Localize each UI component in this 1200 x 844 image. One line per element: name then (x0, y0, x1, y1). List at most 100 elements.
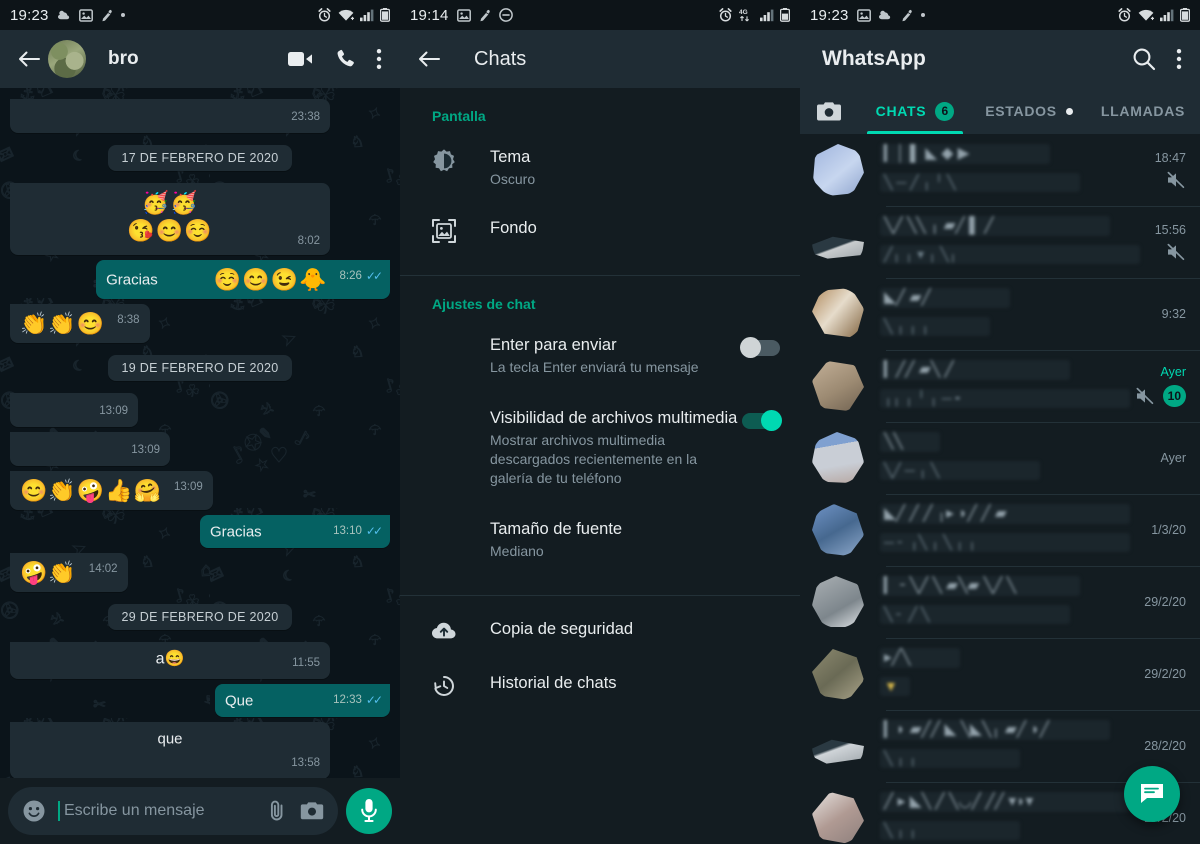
chat-list-item[interactable]: ▎╱╱ ▰╲ ╱ ╷╷ ╷ ╵ ╷ ─ ╸ Ayer 10 (800, 350, 1200, 422)
avatar[interactable] (812, 739, 864, 764)
setting-item-enter-para-enviar[interactable]: Enter para enviar La tecla Enter enviará… (400, 322, 800, 389)
voice-call-icon[interactable] (334, 48, 356, 70)
microphone-icon[interactable] (346, 788, 392, 834)
chat-list-item[interactable]: ▎ ╴╲╱ ╲ ▰╲▰ ╲╱ ╲ ╲ ╴ ╱ ╲ 29/2/20 (800, 566, 1200, 638)
avatar[interactable] (812, 649, 864, 700)
chat-list-item[interactable]: ╲╱ ╲╲ ╷ ▰╱ ▌ ╱ ╱╷ ╷ ▾ ╷ ╲╷ 15:56 (800, 206, 1200, 278)
last-message-redacted: ▼ (880, 676, 910, 696)
unread-badge: 10 (1162, 385, 1186, 407)
message-row[interactable]: 🥳🥳 😘😊☺️ 8:02 (10, 183, 390, 255)
conversation-scroll[interactable]: 23:38 17 DE FEBRERO DE 2020 🥳🥳 😘😊☺️ 8:02 (0, 88, 400, 778)
avatar[interactable] (48, 40, 86, 78)
overflow-menu-icon[interactable] (376, 48, 382, 70)
message-row[interactable]: 😊👏🤪👍🤗 13:09 (10, 471, 390, 510)
wallpaper-image-icon (424, 217, 464, 243)
settings-scroll[interactable]: Pantalla Tema Oscuro Fondo Ajustes de ch… (400, 88, 800, 844)
message-emoji: 🤪👏 (20, 559, 77, 585)
avatar[interactable] (812, 361, 864, 411)
search-icon[interactable] (1132, 47, 1156, 71)
toggle-visibilidad-multimedia[interactable] (742, 410, 782, 431)
chat-list[interactable]: ▎│ ▌ ◣ ◆ ▶ ╲ ─ ╱ ╷ ╵ ╲ 18:47 ╲╱ ╲╲ ╷ ▰╱ … (800, 134, 1200, 844)
emoji-icon[interactable] (22, 799, 46, 823)
message-bubble[interactable]: Gracias 13:10 ✓✓ (200, 515, 390, 548)
message-input-pill[interactable]: Escribe un mensaje (8, 787, 338, 835)
message-row[interactable]: 23:38 (10, 99, 390, 133)
back-arrow-icon[interactable] (412, 42, 446, 76)
toggle-enter-para-enviar[interactable] (740, 337, 780, 358)
message-row[interactable]: a😄 11:55 (10, 641, 390, 680)
message-row[interactable]: 👏👏😊 8:38 (10, 304, 390, 343)
message-bubble[interactable]: a😄 11:55 (10, 641, 330, 680)
tab-estados[interactable]: ESTADOS (972, 88, 1086, 134)
message-bubble[interactable]: 23:38 (10, 99, 330, 133)
message-row[interactable]: 🤪👏 14:02 (10, 552, 390, 592)
message-bubble[interactable]: 🥳🥳 😘😊☺️ 8:02 (10, 183, 330, 255)
camera-icon[interactable] (300, 801, 324, 821)
chat-summary: ◣╱ ╱ ╱ ╷▸ ◗╱ ╱ ▰ ─ ╴ ╷╲ ╷ ╲ ╷ ╷ (864, 503, 1141, 557)
avatar[interactable] (812, 504, 864, 556)
last-message-redacted: ─ ╴ ╷╲ ╷ ╲ ╷ ╷ (880, 532, 1130, 552)
tab-camera[interactable] (800, 88, 858, 134)
avatar[interactable] (812, 288, 864, 338)
message-bubble[interactable]: 😊👏🤪👍🤗 13:09 (10, 471, 213, 510)
avatar[interactable] (812, 792, 864, 844)
message-row[interactable]: Que 12:33 ✓✓ (10, 684, 390, 717)
setting-title: Historial de chats (490, 674, 617, 692)
chat-time: 1/3/20 (1151, 523, 1186, 537)
message-bubble[interactable]: 🤪👏 14:02 (10, 552, 128, 592)
chat-time: 9:32 (1161, 307, 1186, 321)
overflow-menu-icon[interactable] (1176, 48, 1182, 70)
message-emoji: 😊👏🤪👍🤗 (20, 478, 162, 503)
conversation-panel: 19:23 bro 23:38 17 DE FEBRERO DE 2020 🥳🥳… (0, 0, 400, 844)
avatar[interactable] (812, 236, 864, 259)
back-arrow-icon[interactable] (12, 42, 46, 76)
message-time: 13:09 (99, 405, 128, 417)
contact-name-redacted: ▎ ╴╲╱ ╲ ▰╲▰ ╲╱ ╲ (880, 575, 1080, 596)
setting-item-fondo[interactable]: Fondo (400, 201, 800, 257)
tab-llamadas[interactable]: LLAMADAS (1086, 88, 1200, 134)
search-input[interactable]: Escribe un mensaje (58, 801, 254, 821)
message-bubble[interactable]: 👏👏😊 8:38 (10, 304, 150, 343)
message-text: Gracias (106, 271, 158, 289)
dot-icon (120, 13, 125, 17)
chat-list-item[interactable]: ▎│ ▌ ◣ ◆ ▶ ╲ ─ ╱ ╷ ╵ ╲ 18:47 (800, 134, 1200, 206)
message-time: 13:09 (131, 444, 160, 456)
message-bubble[interactable]: Gracias ☺️😊😉🐥 8:26 ✓✓ (96, 260, 390, 299)
attachment-clip-icon[interactable] (266, 799, 288, 823)
chat-list-item[interactable]: ╲╲ ╲╱ ─ ╷ ╲ Ayer (800, 422, 1200, 494)
avatar[interactable] (812, 432, 864, 483)
message-row[interactable]: 13:09 (10, 432, 390, 466)
chat-meta: 1/3/20 (1141, 523, 1186, 537)
avatar[interactable] (812, 576, 864, 627)
chat-list-item[interactable]: ◣╱ ▰╱ ╲ ╷ ╷ ╷ 9:32 (800, 278, 1200, 350)
tab-unread-count: 6 (935, 101, 955, 121)
section-header-pantalla: Pantalla (432, 108, 486, 124)
setting-item-copia-de-seguridad[interactable]: Copia de seguridad (400, 596, 800, 652)
chat-list-item[interactable]: ▸╱╲ ▼ 29/2/20 (800, 638, 1200, 710)
message-row[interactable]: que 13:58 (10, 721, 390, 778)
chat-summary: ▎╱╱ ▰╲ ╱ ╷╷ ╷ ╵ ╷ ─ ╸ (864, 359, 1130, 413)
video-call-icon[interactable] (288, 50, 314, 68)
message-row[interactable]: 13:09 (10, 393, 390, 427)
message-row[interactable]: Gracias ☺️😊😉🐥 8:26 ✓✓ (10, 260, 390, 299)
message-bubble[interactable]: 13:09 (10, 432, 170, 466)
setting-item-historial-de-chats[interactable]: Historial de chats (400, 652, 800, 710)
message-row[interactable]: Gracias 13:10 ✓✓ (10, 515, 390, 548)
setting-item-tamano-de-fuente[interactable]: Tamaño de fuente Mediano (400, 500, 800, 573)
message-time: 13:58 (291, 757, 320, 770)
message-text: a😄 (155, 650, 185, 668)
avatar[interactable] (813, 144, 864, 196)
tab-chats[interactable]: CHATS 6 (858, 88, 972, 134)
message-emoji: ☺️😊😉🐥 (213, 267, 328, 292)
setting-item-tema[interactable]: Tema Oscuro (400, 134, 800, 201)
message-time: 11:55 (292, 657, 320, 670)
message-bubble[interactable]: que 13:58 (10, 721, 330, 778)
message-bubble[interactable]: 13:09 (10, 393, 138, 427)
message-bubble[interactable]: Que 12:33 ✓✓ (215, 684, 390, 717)
chat-list-item[interactable]: ◣╱ ╱ ╱ ╷▸ ◗╱ ╱ ▰ ─ ╴ ╷╲ ╷ ╲ ╷ ╷ 1/3/20 (800, 494, 1200, 566)
setting-item-visibilidad-multimedia[interactable]: Visibilidad de archivos multimedia Mostr… (400, 389, 800, 500)
last-message-redacted: ╱╷ ╷ ▾ ╷ ╲╷ (880, 244, 1140, 264)
chat-summary: ▎ ╴╲╱ ╲ ▰╲▰ ╲╱ ╲ ╲ ╴ ╱ ╲ (864, 575, 1134, 629)
read-receipt-icon: ✓✓ (365, 693, 383, 708)
new-chat-message-icon[interactable] (1124, 766, 1180, 822)
